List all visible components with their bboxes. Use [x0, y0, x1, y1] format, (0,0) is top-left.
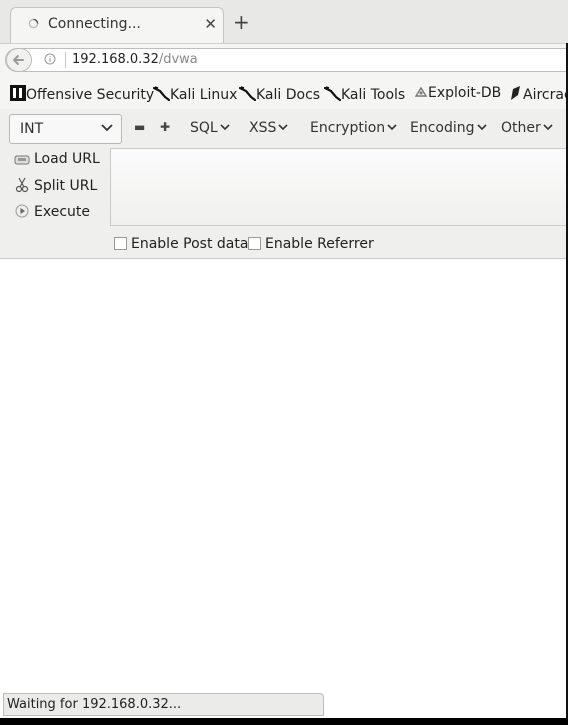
offensive-security-icon [10, 85, 26, 101]
menu-sql[interactable]: SQL [190, 120, 230, 136]
url-bar[interactable]: 192.168.0.32/dvwa [5, 48, 568, 72]
scissors-icon [15, 177, 29, 193]
post-data-label: Enable Post data [131, 236, 249, 252]
chevron-down-icon [220, 124, 230, 131]
bookmark-label: Kali Docs [256, 87, 321, 103]
aircrack-icon [511, 86, 520, 100]
menu-label: XSS [249, 120, 277, 136]
menu-label: Encryption [310, 120, 386, 136]
url-host: 192.168.0.32 [72, 52, 159, 67]
bookmark-label: Aircrac [523, 87, 568, 103]
referrer-label: Enable Referrer [265, 236, 374, 252]
kali-dragon-icon [323, 86, 342, 102]
bookmarks-toolbar: Offensive Security Kali Linux Kali Docs … [0, 77, 568, 109]
split-url-label: Split URL [34, 178, 98, 194]
url-path: /dvwa [158, 52, 198, 67]
execute-label: Execute [34, 204, 90, 220]
execute-button[interactable]: Execute [14, 203, 90, 220]
chevron-down-icon [476, 124, 487, 131]
bookmark-kali-docs[interactable]: Kali Docs [238, 85, 321, 103]
bookmark-kali-tools[interactable]: Kali Tools [323, 85, 406, 103]
play-icon [15, 204, 29, 218]
hackbar-panel: INT ▬ ✚ SQL XSS Encryption Encoding Othe… [0, 109, 568, 259]
decrement-button[interactable]: ▬ [134, 120, 145, 134]
menu-label: Other [501, 120, 541, 136]
menu-label: SQL [190, 120, 218, 136]
navigation-bar: 192.168.0.32/dvwa [0, 43, 568, 77]
bookmark-aircrack[interactable]: Aircrac [508, 85, 568, 103]
url-separator [65, 52, 66, 68]
kali-dragon-icon [152, 86, 171, 102]
tab-strip: Connecting... ✕ + [0, 0, 568, 43]
bookmark-exploit-db[interactable]: Exploit-DB [414, 85, 501, 101]
checkbox-box[interactable] [114, 237, 127, 250]
bookmark-label: Kali Tools [341, 87, 406, 103]
bookmark-offensive-security[interactable]: Offensive Security [10, 85, 154, 103]
tab-title: Connecting... [48, 16, 141, 32]
bookmark-label: Offensive Security [26, 87, 155, 103]
bottom-border [0, 718, 568, 725]
load-url-label: Load URL [34, 151, 100, 167]
menu-other[interactable]: Other [501, 120, 553, 136]
loading-spinner-icon [28, 18, 39, 29]
kali-dragon-icon [238, 86, 257, 102]
chevron-down-icon [387, 124, 397, 131]
int-select-value: INT [20, 121, 44, 137]
referrer-checkbox[interactable]: Enable Referrer [248, 236, 374, 252]
hackbar-url-textarea[interactable] [110, 148, 568, 226]
chevron-down-icon [278, 124, 288, 131]
split-url-button[interactable]: Split URL [14, 177, 97, 194]
exploit-db-icon [414, 86, 428, 97]
url-text[interactable]: 192.168.0.32/dvwa [72, 52, 198, 67]
info-icon[interactable] [44, 53, 56, 65]
menu-label: Encoding [410, 120, 475, 136]
browser-tab[interactable]: Connecting... ✕ [10, 7, 224, 43]
bookmark-label: Kali Linux [170, 87, 238, 103]
status-text: Waiting for 192.168.0.32... [7, 697, 182, 712]
page-content [0, 259, 566, 691]
bookmark-kali-linux[interactable]: Kali Linux [152, 85, 238, 103]
back-button[interactable] [6, 48, 32, 72]
menu-encoding[interactable]: Encoding [410, 120, 487, 136]
load-url-button[interactable]: Load URL [14, 151, 100, 167]
back-arrow-icon [13, 55, 24, 65]
chevron-down-icon [101, 124, 113, 132]
menu-encryption[interactable]: Encryption [310, 120, 397, 136]
post-data-checkbox[interactable]: Enable Post data [114, 236, 248, 252]
menu-xss[interactable]: XSS [249, 120, 288, 136]
status-bar: Waiting for 192.168.0.32... [3, 693, 324, 716]
bookmark-label: Exploit-DB [428, 85, 502, 101]
tab-close-icon[interactable]: ✕ [204, 15, 217, 33]
new-tab-button[interactable]: + [233, 12, 250, 32]
load-url-icon [14, 155, 30, 165]
increment-button[interactable]: ✚ [160, 120, 170, 134]
chevron-down-icon [543, 124, 553, 131]
checkbox-box[interactable] [248, 237, 261, 250]
int-select[interactable]: INT [9, 114, 122, 144]
